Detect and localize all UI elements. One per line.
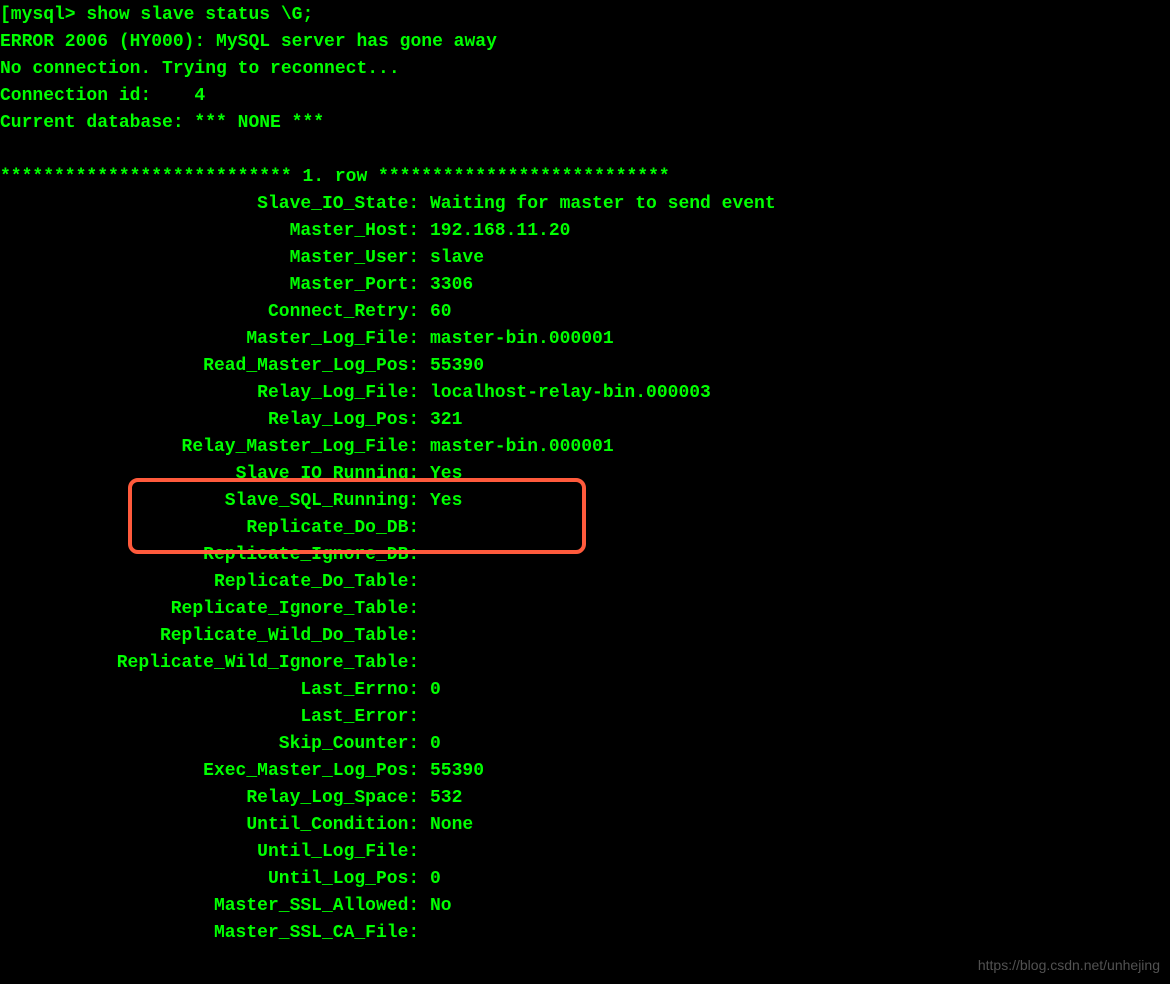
status-key: Relay_Log_Space: — [0, 785, 430, 812]
status-key: Master_SSL_Allowed: — [0, 893, 430, 920]
status-row: Master_Log_File: master-bin.000001 — [0, 326, 1170, 353]
status-key: Slave_IO_State: — [0, 191, 430, 218]
status-value: No — [430, 893, 452, 920]
status-key: Connect_Retry: — [0, 299, 430, 326]
status-value: 192.168.11.20 — [430, 218, 570, 245]
status-value: Yes — [430, 488, 462, 515]
preamble-line: Current database: *** NONE *** — [0, 110, 1170, 137]
status-row: Relay_Master_Log_File: master-bin.000001 — [0, 434, 1170, 461]
status-value: 532 — [430, 785, 462, 812]
status-row: Relay_Log_Pos: 321 — [0, 407, 1170, 434]
status-value: 0 — [430, 866, 441, 893]
status-key: Master_Host: — [0, 218, 430, 245]
status-row: Replicate_Ignore_Table: — [0, 596, 1170, 623]
status-value: localhost-relay-bin.000003 — [430, 380, 711, 407]
status-fields: Slave_IO_State: Waiting for master to se… — [0, 191, 1170, 947]
status-key: Until_Log_File: — [0, 839, 430, 866]
status-row: Until_Log_Pos: 0 — [0, 866, 1170, 893]
status-row: Last_Error: — [0, 704, 1170, 731]
status-value: slave — [430, 245, 484, 272]
status-key: Last_Errno: — [0, 677, 430, 704]
status-value: 0 — [430, 677, 441, 704]
terminal-output: [mysql> show slave status \G; ERROR 2006… — [0, 2, 1170, 947]
preamble-block: ERROR 2006 (HY000): MySQL server has gon… — [0, 29, 1170, 164]
command-text: show slave status \G; — [86, 5, 313, 25]
status-row: Replicate_Do_Table: — [0, 569, 1170, 596]
status-key: Master_Port: — [0, 272, 430, 299]
status-key: Relay_Log_Pos: — [0, 407, 430, 434]
status-row: Relay_Log_File: localhost-relay-bin.0000… — [0, 380, 1170, 407]
status-value: Waiting for master to send event — [430, 191, 776, 218]
status-row: Exec_Master_Log_Pos: 55390 — [0, 758, 1170, 785]
status-key: Replicate_Wild_Do_Table: — [0, 623, 430, 650]
status-key: Master_Log_File: — [0, 326, 430, 353]
status-value: Yes — [430, 461, 462, 488]
status-value: 55390 — [430, 353, 484, 380]
watermark-text: https://blog.csdn.net/unhejing — [978, 955, 1160, 976]
status-value: None — [430, 812, 473, 839]
status-key: Read_Master_Log_Pos: — [0, 353, 430, 380]
status-value: 0 — [430, 731, 441, 758]
status-key: Master_User: — [0, 245, 430, 272]
status-key: Slave_SQL_Running: — [0, 488, 430, 515]
status-value: 60 — [430, 299, 452, 326]
status-row: Until_Log_File: — [0, 839, 1170, 866]
preamble-line: No connection. Trying to reconnect... — [0, 56, 1170, 83]
status-row: Skip_Counter: 0 — [0, 731, 1170, 758]
status-key: Relay_Master_Log_File: — [0, 434, 430, 461]
status-key: Replicate_Do_Table: — [0, 569, 430, 596]
status-key: Until_Condition: — [0, 812, 430, 839]
status-row: Last_Errno: 0 — [0, 677, 1170, 704]
status-key: Skip_Counter: — [0, 731, 430, 758]
status-row: Master_Host: 192.168.11.20 — [0, 218, 1170, 245]
status-key: Slave_IO_Running: — [0, 461, 430, 488]
status-key: Exec_Master_Log_Pos: — [0, 758, 430, 785]
status-key: Replicate_Wild_Ignore_Table: — [0, 650, 430, 677]
status-row: Replicate_Wild_Ignore_Table: — [0, 650, 1170, 677]
status-value: 3306 — [430, 272, 473, 299]
status-row: Until_Condition: None — [0, 812, 1170, 839]
status-row: Master_SSL_Allowed: No — [0, 893, 1170, 920]
status-value: master-bin.000001 — [430, 326, 614, 353]
status-key: Replicate_Ignore_Table: — [0, 596, 430, 623]
status-value: 321 — [430, 407, 462, 434]
status-key: Master_SSL_CA_File: — [0, 920, 430, 947]
status-key: Last_Error: — [0, 704, 430, 731]
status-key: Replicate_Ignore_DB: — [0, 542, 430, 569]
status-row: Read_Master_Log_Pos: 55390 — [0, 353, 1170, 380]
status-value: master-bin.000001 — [430, 434, 614, 461]
preamble-line: Connection id: 4 — [0, 83, 1170, 110]
status-row: Relay_Log_Space: 532 — [0, 785, 1170, 812]
status-row: Master_SSL_CA_File: — [0, 920, 1170, 947]
status-key: Replicate_Do_DB: — [0, 515, 430, 542]
status-row: Master_Port: 3306 — [0, 272, 1170, 299]
status-row: Slave_IO_State: Waiting for master to se… — [0, 191, 1170, 218]
status-row: Replicate_Wild_Do_Table: — [0, 623, 1170, 650]
status-row: Slave_IO_Running: Yes — [0, 461, 1170, 488]
status-key: Until_Log_Pos: — [0, 866, 430, 893]
status-value: 55390 — [430, 758, 484, 785]
status-row: Connect_Retry: 60 — [0, 299, 1170, 326]
command-line: [mysql> show slave status \G; — [0, 2, 1170, 29]
status-row: Replicate_Ignore_DB: — [0, 542, 1170, 569]
status-row: Master_User: slave — [0, 245, 1170, 272]
row-header: *************************** 1. row *****… — [0, 164, 1170, 191]
status-row: Replicate_Do_DB: — [0, 515, 1170, 542]
mysql-prompt: [mysql> — [0, 5, 86, 25]
status-row: Slave_SQL_Running: Yes — [0, 488, 1170, 515]
preamble-line: ERROR 2006 (HY000): MySQL server has gon… — [0, 29, 1170, 56]
preamble-line — [0, 137, 1170, 164]
status-key: Relay_Log_File: — [0, 380, 430, 407]
